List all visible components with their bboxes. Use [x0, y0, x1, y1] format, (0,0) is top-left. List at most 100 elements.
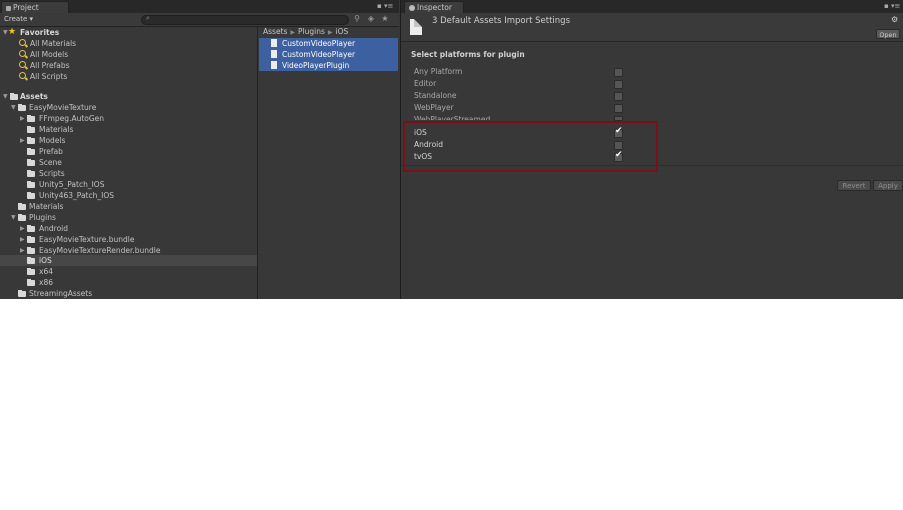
tree-item[interactable]: ▶ Models — [0, 135, 257, 146]
open-button[interactable]: Open — [876, 29, 900, 39]
gear-icon[interactable]: ⚙ — [891, 15, 898, 24]
tree-item[interactable]: ▼ Plugins — [0, 212, 257, 223]
star-icon: ★ — [8, 27, 17, 37]
breadcrumb: Assets ▶ Plugins ▶ iOS — [263, 27, 348, 37]
tree-item[interactable]: Scripts — [0, 168, 257, 179]
tree-item[interactable]: x64 — [0, 266, 257, 277]
favorite-item[interactable]: All Materials — [0, 38, 257, 49]
tree-item-label: Android — [39, 224, 68, 233]
favorite-item[interactable]: All Prefabs — [0, 60, 257, 71]
tab-inspector-label: Inspector — [417, 3, 452, 12]
tree-item-label: Materials — [39, 125, 74, 134]
expand-arrow-icon[interactable]: ▼ — [11, 212, 16, 223]
tree-item[interactable]: ▶ Android — [0, 223, 257, 234]
tree-item[interactable]: StreamingAssets — [0, 288, 257, 299]
platform-checkbox[interactable] — [614, 92, 623, 101]
folder-icon — [18, 104, 26, 111]
tree-item-label: Models — [39, 136, 66, 145]
folder-icon — [27, 170, 35, 177]
tree-item[interactable]: x86 — [0, 277, 257, 288]
expand-arrow-icon[interactable]: ▶ — [20, 113, 25, 124]
tree-item[interactable]: Unity463_Patch_IOS — [0, 190, 257, 201]
platform-label: Any Platform — [414, 67, 463, 76]
expand-arrow-icon[interactable]: ▶ — [20, 135, 25, 146]
favorite-star-icon[interactable]: ★ — [380, 14, 390, 24]
info-icon — [409, 5, 415, 11]
tree-item[interactable]: Unity5_Patch_IOS — [0, 179, 257, 190]
tree-item-label: iOS — [39, 256, 52, 265]
tree-item[interactable]: ▶ EasyMovieTexture.bundle — [0, 234, 257, 245]
breadcrumb-item[interactable]: Assets — [263, 27, 287, 36]
expand-arrow-icon[interactable]: ▶ — [20, 223, 25, 234]
favorite-item-label: All Prefabs — [30, 61, 70, 70]
favorite-item[interactable]: All Scripts — [0, 71, 257, 82]
tree-item[interactable]: Materials — [0, 201, 257, 212]
inspector-tabbar: Inspector ▪ ▾≡ — [401, 0, 903, 13]
tree-item-label: Plugins — [29, 213, 56, 222]
tree-item-label: EasyMovieTexture.bundle — [39, 235, 135, 244]
divider — [401, 41, 903, 42]
tree-item[interactable]: ▼ EasyMovieTexture — [0, 102, 257, 113]
filter-by-type-icon[interactable]: ⚲ — [352, 14, 362, 24]
tab-inspector[interactable]: Inspector — [404, 1, 464, 13]
breadcrumb-item[interactable]: Plugins — [298, 27, 325, 36]
folder-icon — [27, 148, 35, 155]
platform-checkbox[interactable] — [614, 80, 623, 89]
tree-item-label: Scripts — [39, 169, 65, 178]
platform-checkbox[interactable] — [614, 104, 623, 113]
search-icon — [19, 72, 26, 79]
favorites-header[interactable]: ▼ ★ Favorites — [0, 27, 257, 38]
inspector-title: 3 Default Assets Import Settings — [432, 16, 571, 26]
tree-item[interactable]: Prefab — [0, 146, 257, 157]
panel-menu-icon[interactable]: ▪ ▾≡ — [377, 2, 393, 11]
tree-item-label: StreamingAssets — [29, 289, 93, 298]
tree-item-label: Materials — [29, 202, 64, 211]
tree-item[interactable]: Scene — [0, 157, 257, 168]
create-button[interactable]: Create ▾ — [4, 14, 33, 25]
platform-checkbox[interactable] — [614, 68, 623, 77]
breadcrumb-separator-icon: ▶ — [290, 29, 296, 36]
expand-arrow-icon[interactable]: ▶ — [20, 234, 25, 245]
project-panel: Project ▪ ▾≡ Create ▾ ⌕ ⚲ ◈ ★ ▼ ★ Favori… — [0, 0, 399, 299]
favorite-item-label: All Materials — [30, 39, 77, 48]
folder-icon — [27, 192, 35, 199]
folder-icon — [27, 137, 35, 144]
tree-item-label: Unity5_Patch_IOS — [39, 180, 105, 189]
tab-project[interactable]: Project — [1, 1, 69, 13]
project-icon — [6, 5, 11, 11]
folder-icon — [27, 159, 35, 166]
tab-project-label: Project — [13, 3, 39, 12]
folder-icon — [27, 225, 35, 232]
file-icon — [271, 61, 277, 69]
assets-label: Assets — [20, 92, 48, 101]
panel-menu-icon[interactable]: ▪ ▾≡ — [884, 2, 900, 11]
file-item[interactable]: VideoPlayerPlugin — [259, 60, 398, 71]
favorite-item-label: All Models — [30, 50, 69, 59]
expand-arrow-icon[interactable]: ▼ — [3, 27, 8, 38]
filter-by-label-icon[interactable]: ◈ — [366, 14, 376, 24]
expand-arrow-icon[interactable]: ▼ — [11, 102, 16, 113]
tree-item-selected[interactable]: iOS — [0, 255, 257, 266]
inspector-panel: Inspector ▪ ▾≡ 3 Default Assets Import S… — [400, 0, 903, 299]
file-item[interactable]: CustomVideoPlayer — [259, 38, 398, 49]
apply-button[interactable]: Apply — [873, 180, 903, 191]
file-item[interactable]: CustomVideoPlayer — [259, 49, 398, 60]
assets-header[interactable]: ▼ Assets — [0, 91, 257, 102]
expand-arrow-icon[interactable]: ▼ — [3, 91, 8, 102]
tree-item[interactable]: ▶ FFmpeg.AutoGen — [0, 113, 257, 124]
platform-label: WebPlayer — [414, 103, 454, 112]
favorite-item[interactable]: All Models — [0, 49, 257, 60]
breadcrumb-item[interactable]: iOS — [336, 27, 349, 36]
search-input[interactable]: ⌕ — [141, 14, 349, 25]
folder-icon — [27, 181, 35, 188]
file-item-label: VideoPlayerPlugin — [282, 61, 350, 70]
document-icon — [410, 19, 422, 35]
file-item-label: CustomVideoPlayer — [282, 39, 356, 48]
folder-icon — [27, 115, 35, 122]
revert-button[interactable]: Revert — [837, 180, 871, 191]
search-icon — [19, 61, 26, 68]
folder-icon — [27, 126, 35, 133]
tree-item[interactable]: Materials — [0, 124, 257, 135]
project-tree: ▼ ★ Favorites All Materials All Models A… — [0, 27, 258, 299]
tree-item-label: Scene — [39, 158, 62, 167]
